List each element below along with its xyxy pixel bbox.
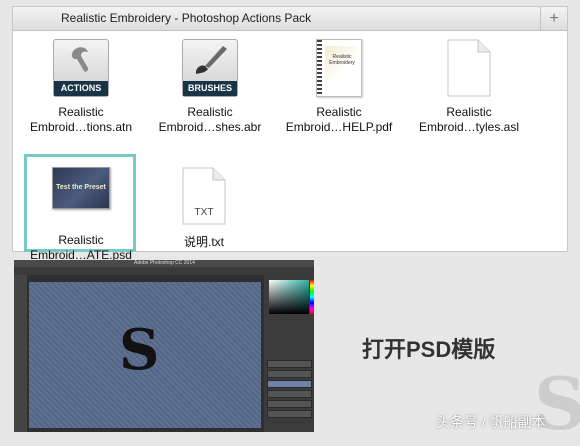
ps-toolbox [14, 275, 27, 432]
add-tab-button[interactable]: + [540, 7, 567, 30]
file-name-line2: Embroid…shes.abr [158, 120, 262, 134]
file-item-brushes[interactable]: BRUSHES Realistic Embroid…shes.abr [150, 39, 270, 135]
file-name-line1: Realistic [58, 105, 104, 119]
ps-layer-row [267, 360, 312, 368]
blank-document-icon [439, 39, 499, 99]
file-name-line1: Realistic [316, 105, 362, 119]
txt-badge: TXT [194, 207, 214, 218]
window-titlebar: Realistic Embroidery - Photoshop Actions… [13, 7, 567, 31]
actions-icon: ACTIONS [51, 39, 111, 99]
psd-thumb-text: Test the Preset [52, 167, 110, 209]
color-picker-icon [269, 280, 309, 314]
file-item-styles[interactable]: Realistic Embroid…tyles.asl [409, 39, 529, 135]
ps-layer-row [267, 370, 312, 378]
hue-slider [310, 280, 314, 314]
ps-layer-row [267, 400, 312, 408]
file-name: 说明.txt [183, 235, 224, 249]
psd-thumbnail-icon: Test the Preset [51, 167, 111, 227]
file-name-line1: Realistic [446, 105, 492, 119]
file-item-actions[interactable]: ACTIONS Realistic Embroid…tions.atn [21, 39, 141, 135]
watermark-text: 头条号 / 帆船副本 [436, 414, 546, 430]
txt-document-icon: TXT [174, 167, 234, 229]
pdf-thumb-text: Realistic Embroidery [329, 54, 355, 66]
pdf-document-icon: Realistic Embroidery [309, 39, 369, 99]
ps-app-title: Adobe Photoshop CC 2014 [134, 260, 195, 266]
file-item-help-pdf[interactable]: Realistic Embroidery Realistic Embroid…H… [279, 39, 399, 135]
file-name-line1: Realistic [187, 105, 233, 119]
file-name-line2: Embroid…tions.atn [29, 120, 133, 134]
file-name-line1: Realistic [58, 233, 104, 247]
file-item-template-psd[interactable]: Test the Preset Realistic Embroid…ATE.ps… [21, 157, 141, 263]
brushes-badge: BRUSHES [183, 81, 237, 96]
caption-text: 打开PSD模版 [362, 337, 496, 362]
photoshop-screenshot: Adobe Photoshop CC 2014 S [14, 260, 314, 432]
file-name-line2: Embroid…tyles.asl [418, 120, 520, 134]
file-name-line2: Embroid…HELP.pdf [285, 120, 393, 134]
finder-window: Realistic Embroidery - Photoshop Actions… [12, 6, 568, 262]
ps-layer-row [267, 390, 312, 398]
ps-embroidered-logo: S [119, 317, 160, 383]
ps-denim-canvas: S [29, 282, 261, 428]
file-item-readme-txt[interactable]: TXT 说明.txt [144, 167, 264, 250]
ps-menu-bar: Adobe Photoshop CC 2014 [14, 260, 314, 267]
ps-options-bar [14, 267, 314, 275]
actions-badge: ACTIONS [54, 81, 108, 96]
ps-layer-row [267, 380, 312, 388]
window-title: Realistic Embroidery - Photoshop Actions… [61, 11, 312, 25]
ps-layer-row [267, 410, 312, 418]
brushes-icon: BRUSHES [180, 39, 240, 99]
